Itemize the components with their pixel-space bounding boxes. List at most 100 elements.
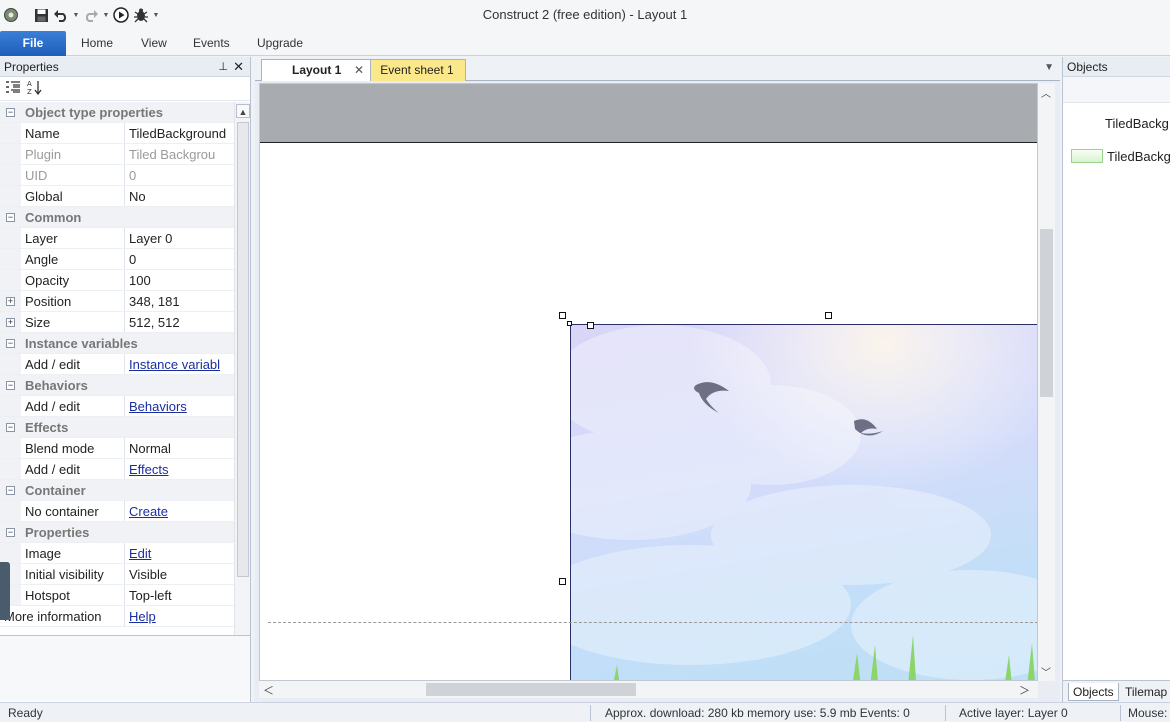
property-value[interactable]: Normal <box>125 438 234 458</box>
property-name: Add / edit <box>21 396 125 416</box>
property-value[interactable]: Effects <box>125 459 234 479</box>
property-row[interactable]: Plugin Tiled Backgrou <box>0 144 234 165</box>
canvas-hscroll-thumb[interactable] <box>426 683 636 696</box>
property-link[interactable]: Edit <box>129 546 151 561</box>
tab-view[interactable]: View <box>141 36 167 50</box>
property-value[interactable]: 512, 512 <box>125 312 234 332</box>
expand-icon[interactable]: + <box>6 296 15 306</box>
tab-event-sheet-1[interactable]: Event sheet 1 <box>368 59 466 81</box>
property-row[interactable]: Hotspot Top-left <box>0 585 234 606</box>
file-menu-button[interactable]: File <box>0 31 66 56</box>
property-value[interactable]: Top-left <box>125 585 234 605</box>
property-row[interactable]: Opacity 100 <box>0 270 234 291</box>
expand-icon[interactable]: + <box>6 317 15 327</box>
collapse-icon[interactable]: − <box>6 527 15 537</box>
tab-home[interactable]: Home <box>81 36 113 50</box>
property-category[interactable]: − Instance variables <box>0 333 234 354</box>
property-link[interactable]: Help <box>129 609 156 624</box>
collapse-icon[interactable]: − <box>6 485 15 495</box>
tab-layout-1[interactable]: Layout 1 ✕ <box>261 59 371 81</box>
property-value[interactable]: Instance variabl <box>125 354 234 374</box>
row-gutter: − <box>0 480 21 500</box>
property-link[interactable]: Instance variabl <box>129 357 220 372</box>
status-active-layer: Active layer: Layer 0 <box>959 706 1068 720</box>
property-row[interactable]: Blend mode Normal <box>0 438 234 459</box>
properties-scroll-thumb[interactable] <box>237 122 249 577</box>
tab-objects[interactable]: Objects <box>1068 683 1119 701</box>
property-value[interactable]: 0 <box>125 165 234 185</box>
resize-handle-left[interactable] <box>559 578 566 585</box>
object-item[interactable]: TiledBackg <box>1105 112 1169 134</box>
collapse-icon[interactable]: − <box>6 380 15 390</box>
property-category[interactable]: − Container <box>0 480 234 501</box>
scroll-up-icon[interactable]: ︿ <box>1041 85 1051 100</box>
property-category[interactable]: − Properties <box>0 522 234 543</box>
tiled-background-object[interactable] <box>570 324 1037 680</box>
pin-icon[interactable]: ⊥ <box>218 57 228 77</box>
close-tab-icon[interactable]: ✕ <box>354 60 364 80</box>
canvas-vscroll-thumb[interactable] <box>1040 229 1053 397</box>
property-row[interactable]: More information Help <box>0 606 234 627</box>
scroll-down-icon[interactable]: ﹀ <box>1041 664 1051 679</box>
property-value[interactable]: No <box>125 186 234 206</box>
scroll-left-icon[interactable]: ＜ <box>263 682 274 698</box>
canvas-vertical-scrollbar[interactable]: ︿ ﹀ <box>1038 83 1055 681</box>
property-value[interactable]: Edit <box>125 543 234 563</box>
property-value[interactable]: TiledBackground <box>125 123 234 143</box>
tab-label: Layout 1 <box>292 63 342 77</box>
property-row[interactable]: No container Create <box>0 501 234 522</box>
collapse-icon[interactable]: − <box>6 212 15 222</box>
side-collapse-tab[interactable] <box>0 562 10 620</box>
property-category[interactable]: − Effects <box>0 417 234 438</box>
layout-canvas[interactable] <box>259 83 1038 681</box>
property-value[interactable]: 0 <box>125 249 234 269</box>
object-item[interactable]: TiledBackg <box>1071 145 1170 167</box>
property-row[interactable]: + Position 348, 181 <box>0 291 234 312</box>
property-link[interactable]: Behaviors <box>129 399 187 414</box>
canvas-horizontal-scrollbar[interactable]: ＜ ＞ <box>259 681 1038 698</box>
property-row[interactable]: Global No <box>0 186 234 207</box>
property-link[interactable]: Create <box>129 504 168 519</box>
property-row[interactable]: Layer Layer 0 <box>0 228 234 249</box>
property-value[interactable]: Create <box>125 501 234 521</box>
scroll-right-icon[interactable]: ＞ <box>1019 682 1030 698</box>
scroll-up-icon[interactable]: ▲ <box>236 104 250 118</box>
property-value[interactable]: Behaviors <box>125 396 234 416</box>
property-value[interactable]: 100 <box>125 270 234 290</box>
collapse-icon[interactable]: − <box>6 107 15 117</box>
resize-handle-top-left[interactable] <box>559 312 566 319</box>
tab-list-dropdown-icon[interactable]: ▼ <box>1044 62 1054 73</box>
property-row[interactable]: + Size 512, 512 <box>0 312 234 333</box>
property-row[interactable]: Add / edit Instance variabl <box>0 354 234 375</box>
collapse-icon[interactable]: − <box>6 338 15 348</box>
property-value[interactable]: Layer 0 <box>125 228 234 248</box>
categorized-icon[interactable] <box>5 80 21 97</box>
property-row[interactable]: Name TiledBackground <box>0 123 234 144</box>
property-row[interactable]: Image Edit <box>0 543 234 564</box>
alphabetical-icon[interactable]: AZ <box>27 80 43 98</box>
tab-tilemap[interactable]: Tilemap <box>1121 683 1170 701</box>
property-row[interactable]: Initial visibility Visible <box>0 564 234 585</box>
tab-label: Event sheet 1 <box>380 63 454 77</box>
property-link[interactable]: Effects <box>129 462 169 477</box>
resize-handle-top[interactable] <box>825 312 832 319</box>
close-icon[interactable]: ✕ <box>233 57 244 77</box>
objects-toolbar <box>1063 77 1170 103</box>
property-value[interactable]: Visible <box>125 564 234 584</box>
resize-handle-hotspot[interactable] <box>587 322 594 329</box>
property-row[interactable]: Angle 0 <box>0 249 234 270</box>
property-row[interactable]: UID 0 <box>0 165 234 186</box>
tab-upgrade[interactable]: Upgrade <box>257 36 303 50</box>
properties-scrollbar[interactable]: ▲ ▼ <box>234 102 250 687</box>
property-row[interactable]: Add / edit Behaviors <box>0 396 234 417</box>
property-category[interactable]: − Common <box>0 207 234 228</box>
property-value[interactable]: Tiled Backgrou <box>125 144 234 164</box>
collapse-icon[interactable]: − <box>6 422 15 432</box>
property-row[interactable]: Add / edit Effects <box>0 459 234 480</box>
category-label: Properties <box>25 525 90 540</box>
property-category[interactable]: − Behaviors <box>0 375 234 396</box>
property-value[interactable]: Help <box>125 606 234 626</box>
property-category[interactable]: − Object type properties <box>0 102 234 123</box>
property-value[interactable]: 348, 181 <box>125 291 234 311</box>
tab-events[interactable]: Events <box>193 36 230 50</box>
